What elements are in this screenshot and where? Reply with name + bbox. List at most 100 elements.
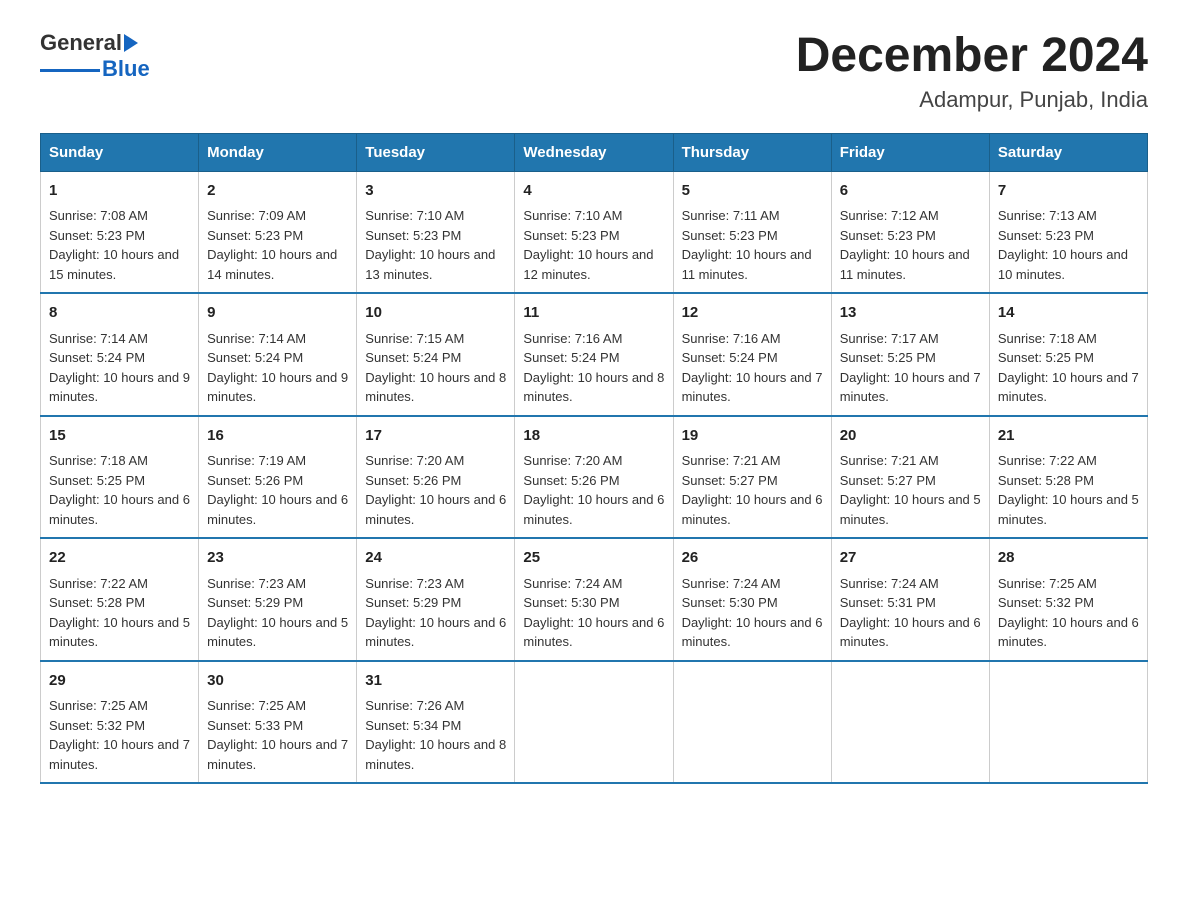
logo-bottom: Blue (40, 56, 150, 82)
day-number: 8 (49, 302, 190, 325)
day-number: 5 (682, 180, 823, 203)
calendar-day-cell: 4 Sunrise: 7:10 AM Sunset: 5:23 PM Dayli… (515, 171, 673, 293)
calendar-day-cell: 24 Sunrise: 7:23 AM Sunset: 5:29 PM Dayl… (357, 538, 515, 661)
calendar-day-cell: 29 Sunrise: 7:25 AM Sunset: 5:32 PM Dayl… (41, 661, 199, 784)
calendar-day-cell: 11 Sunrise: 7:16 AM Sunset: 5:24 PM Dayl… (515, 293, 673, 416)
day-info: Sunrise: 7:17 AM Sunset: 5:25 PM Dayligh… (840, 331, 981, 405)
day-info: Sunrise: 7:14 AM Sunset: 5:24 PM Dayligh… (49, 331, 190, 405)
day-info: Sunrise: 7:23 AM Sunset: 5:29 PM Dayligh… (207, 576, 348, 650)
day-number: 27 (840, 547, 981, 570)
day-number: 10 (365, 302, 506, 325)
day-info: Sunrise: 7:21 AM Sunset: 5:27 PM Dayligh… (682, 453, 823, 527)
day-header-saturday: Saturday (989, 133, 1147, 171)
day-info: Sunrise: 7:10 AM Sunset: 5:23 PM Dayligh… (523, 208, 653, 282)
day-info: Sunrise: 7:20 AM Sunset: 5:26 PM Dayligh… (523, 453, 664, 527)
day-number: 13 (840, 302, 981, 325)
calendar-day-cell: 10 Sunrise: 7:15 AM Sunset: 5:24 PM Dayl… (357, 293, 515, 416)
day-info: Sunrise: 7:14 AM Sunset: 5:24 PM Dayligh… (207, 331, 348, 405)
calendar-day-cell: 17 Sunrise: 7:20 AM Sunset: 5:26 PM Dayl… (357, 416, 515, 539)
day-number: 31 (365, 670, 506, 693)
day-info: Sunrise: 7:22 AM Sunset: 5:28 PM Dayligh… (998, 453, 1139, 527)
day-number: 19 (682, 425, 823, 448)
day-number: 15 (49, 425, 190, 448)
calendar-day-cell (831, 661, 989, 784)
day-number: 21 (998, 425, 1139, 448)
calendar-day-cell: 30 Sunrise: 7:25 AM Sunset: 5:33 PM Dayl… (199, 661, 357, 784)
day-number: 26 (682, 547, 823, 570)
calendar-day-cell (673, 661, 831, 784)
calendar-day-cell: 7 Sunrise: 7:13 AM Sunset: 5:23 PM Dayli… (989, 171, 1147, 293)
day-header-tuesday: Tuesday (357, 133, 515, 171)
title-block: December 2024 Adampur, Punjab, India (796, 30, 1148, 113)
calendar-day-cell: 14 Sunrise: 7:18 AM Sunset: 5:25 PM Dayl… (989, 293, 1147, 416)
day-info: Sunrise: 7:16 AM Sunset: 5:24 PM Dayligh… (523, 331, 664, 405)
logo: General Blue (40, 30, 150, 82)
day-number: 22 (49, 547, 190, 570)
calendar-day-cell: 12 Sunrise: 7:16 AM Sunset: 5:24 PM Dayl… (673, 293, 831, 416)
calendar-day-cell: 21 Sunrise: 7:22 AM Sunset: 5:28 PM Dayl… (989, 416, 1147, 539)
calendar-day-cell: 20 Sunrise: 7:21 AM Sunset: 5:27 PM Dayl… (831, 416, 989, 539)
day-number: 4 (523, 180, 664, 203)
day-number: 9 (207, 302, 348, 325)
calendar-day-cell: 22 Sunrise: 7:22 AM Sunset: 5:28 PM Dayl… (41, 538, 199, 661)
calendar-week-row: 1 Sunrise: 7:08 AM Sunset: 5:23 PM Dayli… (41, 171, 1148, 293)
day-info: Sunrise: 7:19 AM Sunset: 5:26 PM Dayligh… (207, 453, 348, 527)
day-info: Sunrise: 7:25 AM Sunset: 5:32 PM Dayligh… (998, 576, 1139, 650)
day-info: Sunrise: 7:12 AM Sunset: 5:23 PM Dayligh… (840, 208, 970, 282)
day-info: Sunrise: 7:24 AM Sunset: 5:30 PM Dayligh… (523, 576, 664, 650)
day-number: 24 (365, 547, 506, 570)
day-number: 16 (207, 425, 348, 448)
day-number: 7 (998, 180, 1139, 203)
day-info: Sunrise: 7:24 AM Sunset: 5:31 PM Dayligh… (840, 576, 981, 650)
calendar-day-cell: 15 Sunrise: 7:18 AM Sunset: 5:25 PM Dayl… (41, 416, 199, 539)
calendar-week-row: 22 Sunrise: 7:22 AM Sunset: 5:28 PM Dayl… (41, 538, 1148, 661)
day-number: 18 (523, 425, 664, 448)
day-info: Sunrise: 7:16 AM Sunset: 5:24 PM Dayligh… (682, 331, 823, 405)
calendar-day-cell: 13 Sunrise: 7:17 AM Sunset: 5:25 PM Dayl… (831, 293, 989, 416)
calendar-day-cell: 19 Sunrise: 7:21 AM Sunset: 5:27 PM Dayl… (673, 416, 831, 539)
day-number: 11 (523, 302, 664, 325)
day-info: Sunrise: 7:22 AM Sunset: 5:28 PM Dayligh… (49, 576, 190, 650)
day-number: 20 (840, 425, 981, 448)
day-number: 3 (365, 180, 506, 203)
day-number: 14 (998, 302, 1139, 325)
logo-general-text: General (40, 30, 122, 56)
day-header-friday: Friday (831, 133, 989, 171)
calendar-week-row: 8 Sunrise: 7:14 AM Sunset: 5:24 PM Dayli… (41, 293, 1148, 416)
day-number: 30 (207, 670, 348, 693)
day-info: Sunrise: 7:26 AM Sunset: 5:34 PM Dayligh… (365, 698, 506, 772)
day-info: Sunrise: 7:24 AM Sunset: 5:30 PM Dayligh… (682, 576, 823, 650)
day-info: Sunrise: 7:18 AM Sunset: 5:25 PM Dayligh… (49, 453, 190, 527)
day-number: 1 (49, 180, 190, 203)
day-number: 23 (207, 547, 348, 570)
page-subtitle: Adampur, Punjab, India (796, 87, 1148, 113)
calendar-day-cell (989, 661, 1147, 784)
logo-blue-text: Blue (102, 56, 150, 82)
calendar-day-cell: 16 Sunrise: 7:19 AM Sunset: 5:26 PM Dayl… (199, 416, 357, 539)
day-info: Sunrise: 7:18 AM Sunset: 5:25 PM Dayligh… (998, 331, 1139, 405)
calendar-header-row: SundayMondayTuesdayWednesdayThursdayFrid… (41, 133, 1148, 171)
calendar-day-cell: 2 Sunrise: 7:09 AM Sunset: 5:23 PM Dayli… (199, 171, 357, 293)
day-info: Sunrise: 7:25 AM Sunset: 5:32 PM Dayligh… (49, 698, 190, 772)
logo-underline (40, 69, 100, 72)
calendar-day-cell: 31 Sunrise: 7:26 AM Sunset: 5:34 PM Dayl… (357, 661, 515, 784)
day-header-sunday: Sunday (41, 133, 199, 171)
calendar-day-cell: 3 Sunrise: 7:10 AM Sunset: 5:23 PM Dayli… (357, 171, 515, 293)
day-info: Sunrise: 7:11 AM Sunset: 5:23 PM Dayligh… (682, 208, 812, 282)
page-header: General Blue December 2024 Adampur, Punj… (40, 30, 1148, 113)
day-number: 28 (998, 547, 1139, 570)
calendar-day-cell: 18 Sunrise: 7:20 AM Sunset: 5:26 PM Dayl… (515, 416, 673, 539)
day-number: 17 (365, 425, 506, 448)
day-info: Sunrise: 7:23 AM Sunset: 5:29 PM Dayligh… (365, 576, 506, 650)
day-header-monday: Monday (199, 133, 357, 171)
day-number: 6 (840, 180, 981, 203)
calendar-day-cell: 26 Sunrise: 7:24 AM Sunset: 5:30 PM Dayl… (673, 538, 831, 661)
page-title: December 2024 (796, 30, 1148, 83)
day-info: Sunrise: 7:20 AM Sunset: 5:26 PM Dayligh… (365, 453, 506, 527)
logo-triangle-icon (122, 33, 140, 53)
day-number: 12 (682, 302, 823, 325)
day-number: 2 (207, 180, 348, 203)
day-number: 29 (49, 670, 190, 693)
calendar-day-cell: 28 Sunrise: 7:25 AM Sunset: 5:32 PM Dayl… (989, 538, 1147, 661)
calendar-day-cell: 6 Sunrise: 7:12 AM Sunset: 5:23 PM Dayli… (831, 171, 989, 293)
